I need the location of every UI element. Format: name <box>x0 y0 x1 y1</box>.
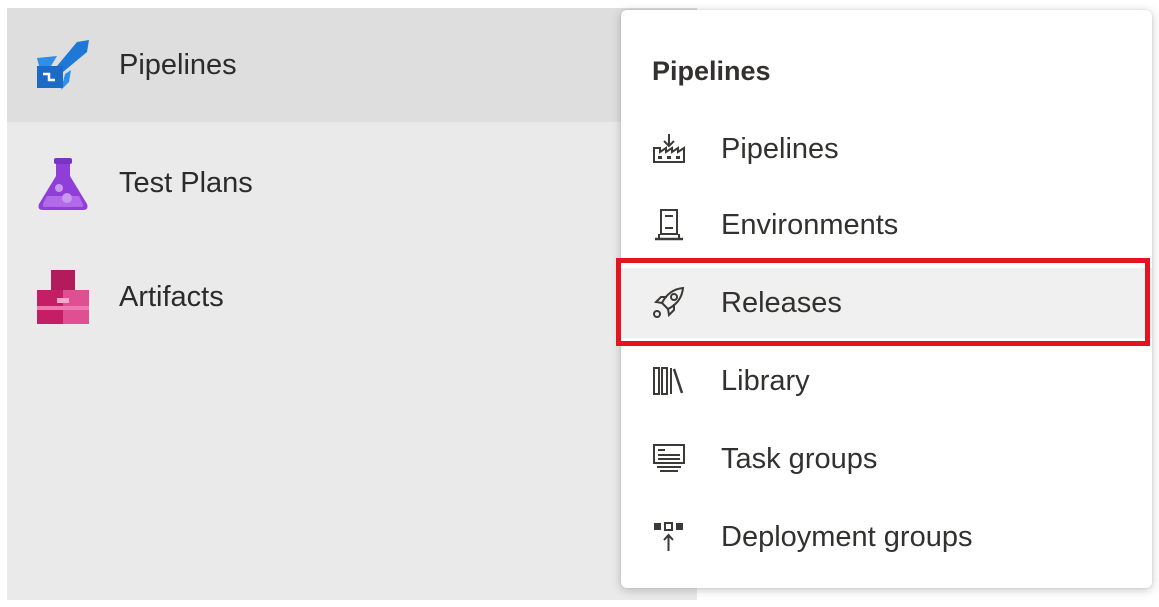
sidebar-item-label: Test Plans <box>119 166 253 199</box>
sidebar-item-test-plans[interactable]: Test Plans <box>7 126 697 240</box>
flyout-title: Pipelines <box>652 56 771 86</box>
menu-item-label: Pipelines <box>721 133 839 165</box>
menu-item-label: Environments <box>721 209 899 241</box>
menu-item-environments[interactable]: Environments <box>621 190 1152 260</box>
menu-item-library[interactable]: Library <box>621 346 1152 416</box>
artifacts-icon <box>37 270 89 324</box>
menu-item-label: Deployment groups <box>721 521 973 553</box>
test-plans-icon <box>38 158 88 210</box>
sidebar-item-label: Artifacts <box>119 280 224 313</box>
menu-item-deployment-groups[interactable]: Deployment groups <box>621 502 1152 572</box>
pipelines-icon <box>37 40 89 90</box>
environments-icon <box>655 209 683 241</box>
deployment-groups-icon <box>654 522 683 551</box>
task-groups-icon <box>653 444 685 472</box>
menu-item-label: Task groups <box>721 443 878 475</box>
sidebar-item-pipelines[interactable]: Pipelines <box>7 8 697 122</box>
menu-item-task-groups[interactable]: Task groups <box>621 424 1152 494</box>
sidebar-item-label: Pipelines <box>119 48 237 81</box>
menu-item-pipelines[interactable]: Pipelines <box>621 114 1152 184</box>
releases-highlight-box <box>616 258 1150 346</box>
menu-item-label: Library <box>721 365 810 397</box>
sidebar-item-artifacts[interactable]: Artifacts <box>7 240 697 354</box>
pipelines-icon <box>653 134 685 163</box>
sidebar: Pipelines Test Plans Artifacts <box>7 8 697 600</box>
library-icon <box>653 367 684 395</box>
